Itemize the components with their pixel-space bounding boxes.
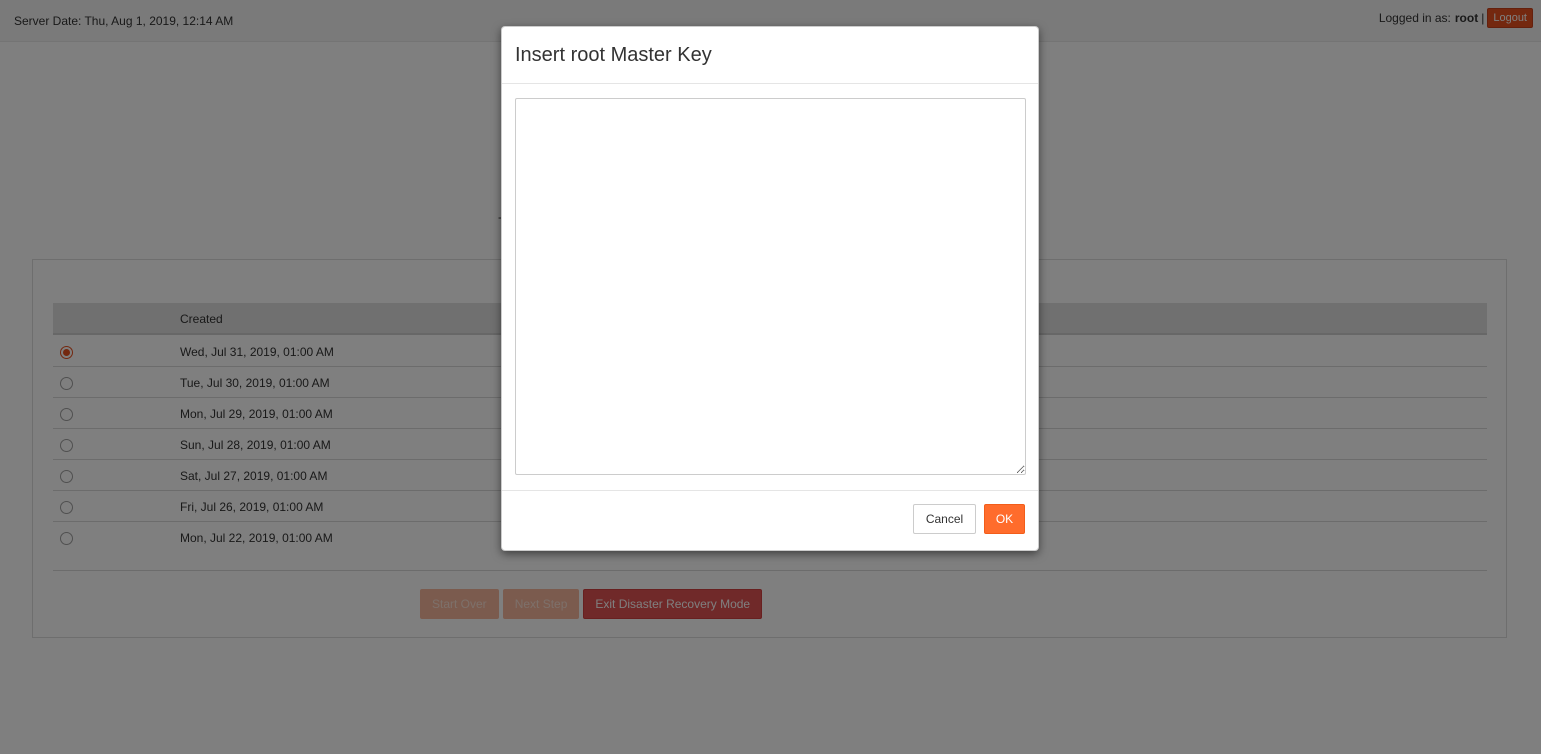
master-key-dialog: Insert root Master Key Cancel OK xyxy=(501,26,1039,551)
cancel-button[interactable]: Cancel xyxy=(913,504,976,534)
dialog-title: Insert root Master Key xyxy=(515,44,712,66)
dialog-footer: Cancel OK xyxy=(502,490,1038,551)
master-key-textarea[interactable] xyxy=(515,98,1026,475)
ok-button[interactable]: OK xyxy=(984,504,1025,534)
dialog-header: Insert root Master Key xyxy=(502,27,1038,84)
dialog-body xyxy=(502,84,1038,490)
